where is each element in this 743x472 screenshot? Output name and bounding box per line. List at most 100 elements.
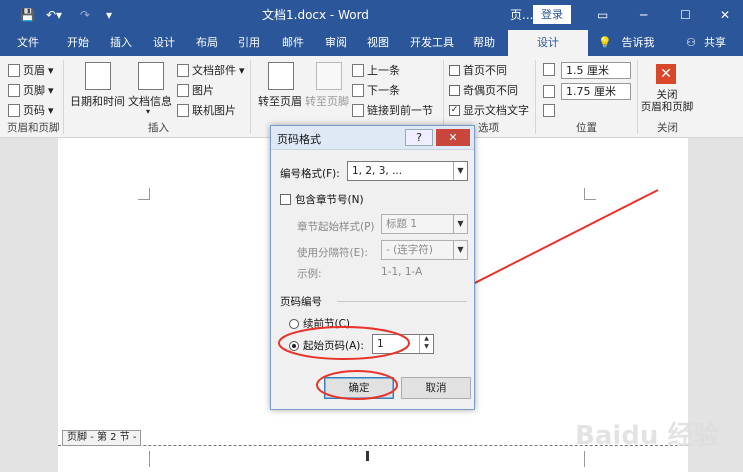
previous-icon — [352, 63, 364, 77]
online-picture-button[interactable]: 联机图片 — [177, 102, 236, 118]
goto-footer-button[interactable]: 转至页脚 — [305, 93, 349, 109]
dropdown-arrow-icon: ▼ — [453, 215, 467, 233]
example-label: 示例: — [297, 268, 322, 280]
checkmark-icon: ✓ — [449, 104, 460, 116]
footer-section-tag: 页脚 - 第 2 节 - — [62, 430, 142, 446]
footer-button[interactable]: 页脚 ▾ — [8, 82, 54, 98]
cancel-button[interactable]: 取消 — [401, 377, 471, 399]
checkbox-icon — [449, 64, 460, 76]
online-picture-icon — [177, 103, 189, 117]
tab-insert[interactable]: 插入 — [101, 30, 141, 56]
maximize-icon[interactable]: ☐ — [680, 0, 691, 30]
page-number-button[interactable]: 页码 ▾ — [8, 102, 54, 118]
tab-review[interactable]: 审阅 — [316, 30, 356, 56]
page-number-format-dialog: 页码格式 ? ✕ 编号格式(F): 1, 2, 3, ... ▼ 包含章节号(N)… — [270, 125, 475, 410]
chapter-style-label: 章节起始样式(P) — [297, 221, 375, 233]
header-position-icon — [543, 63, 555, 76]
goto-header-button[interactable]: 转至页眉 — [258, 93, 302, 109]
number-format-label: 编号格式(F): — [280, 168, 340, 180]
picture-icon — [177, 83, 189, 97]
customize-qat-icon[interactable]: ▾ — [106, 0, 112, 30]
margin-mark — [584, 451, 596, 467]
margin-mark — [584, 188, 596, 200]
ok-button[interactable]: 确定 — [324, 377, 394, 399]
tab-design[interactable]: 设计 — [144, 30, 184, 56]
group-label-header-footer: 页眉和页脚 — [7, 122, 60, 134]
odd-even-diff-checkbox[interactable]: 奇偶页不同 — [449, 82, 518, 98]
tab-references[interactable]: 引用 — [229, 30, 269, 56]
radio-selected-icon — [289, 340, 299, 351]
radio-icon — [289, 318, 299, 329]
chapter-style-select[interactable]: 标题 1 ▼ — [381, 214, 468, 234]
text-cursor — [366, 451, 369, 461]
ribbon-display-icon[interactable]: ▭ — [597, 0, 608, 30]
tab-file[interactable]: 文件 — [8, 30, 48, 56]
lightbulb-icon: 💡 — [598, 36, 612, 49]
group-label-insert: 插入 — [148, 122, 169, 134]
separator-select[interactable]: - (连字符) ▼ — [381, 240, 468, 260]
tab-home[interactable]: 开始 — [58, 30, 98, 56]
close-header-footer-button[interactable]: 关闭 页眉和页脚 — [640, 89, 694, 113]
dialog-close-icon[interactable]: ✕ — [436, 129, 470, 146]
tab-developer[interactable]: 开发工具 — [404, 30, 460, 56]
doc-parts-button[interactable]: 文档部件 ▾ — [177, 62, 245, 78]
dropdown-arrow-icon: ▼ — [453, 162, 467, 180]
goto-footer-icon — [316, 62, 342, 90]
next-button[interactable]: 下一条 — [352, 82, 400, 98]
watermark: Baidu 经验 — [575, 421, 720, 451]
divider — [535, 60, 536, 134]
user-icon: ⚇ — [686, 36, 696, 49]
redo-icon[interactable]: ↷ — [80, 0, 90, 30]
divider — [250, 60, 251, 134]
ribbon-tabs: 文件 开始 插入 设计 布局 引用 邮件 审阅 视图 开发工具 帮助 设计 💡 … — [0, 30, 743, 56]
separator-label: 使用分隔符(E): — [297, 247, 368, 259]
dialog-title-bar: 页码格式 ? ✕ — [271, 126, 474, 150]
document-title: 文档1.docx - Word — [262, 8, 369, 22]
login-button[interactable]: 登录 — [533, 5, 571, 24]
header-button[interactable]: 页眉 ▾ — [8, 62, 54, 78]
help-icon[interactable]: ? — [405, 129, 433, 146]
spinner-arrows-icon[interactable]: ▲ ▼ — [419, 335, 433, 353]
dropdown-arrow-icon: ▼ — [453, 241, 467, 259]
next-icon — [352, 83, 364, 97]
close-icon[interactable]: ✕ — [720, 0, 730, 30]
number-format-select[interactable]: 1, 2, 3, ... ▼ — [347, 161, 468, 181]
divider — [443, 60, 444, 134]
margin-mark — [138, 188, 150, 200]
share-button[interactable]: 共享 — [700, 30, 730, 56]
margin-mark — [138, 451, 150, 467]
continue-previous-radio[interactable]: 续前节(C) — [289, 316, 350, 331]
page-number-icon — [8, 103, 20, 117]
picture-button[interactable]: 图片 — [177, 82, 214, 98]
show-doc-text-checkbox[interactable]: ✓ 显示文档文字 — [449, 102, 529, 118]
doc-parts-icon — [177, 63, 189, 77]
header-top-spinner[interactable]: 1.5 厘米 — [561, 62, 631, 79]
link-previous-button[interactable]: 链接到前一节 — [352, 102, 433, 118]
goto-header-icon — [268, 62, 294, 90]
insert-alignment-tab-icon[interactable] — [543, 104, 555, 117]
tab-view[interactable]: 视图 — [358, 30, 398, 56]
tell-me-search[interactable]: 告诉我 — [618, 30, 658, 56]
checkbox-icon — [449, 84, 460, 96]
undo-icon[interactable]: ↶▾ — [46, 0, 62, 30]
document-info-icon — [138, 62, 164, 90]
divider — [637, 60, 638, 134]
minimize-icon[interactable]: ─ — [640, 0, 647, 30]
divider — [63, 60, 64, 134]
include-chapter-checkbox[interactable]: 包含章节号(N) — [280, 192, 364, 207]
tab-layout[interactable]: 布局 — [187, 30, 227, 56]
close-x-icon[interactable]: ✕ — [656, 64, 676, 84]
tab-mailings[interactable]: 邮件 — [273, 30, 313, 56]
date-time-button[interactable]: 日期和时间 — [70, 93, 125, 109]
first-page-diff-checkbox[interactable]: 首页不同 — [449, 62, 507, 78]
chevron-down-icon: ▾ — [146, 107, 151, 116]
section-divider — [337, 301, 467, 302]
tab-help[interactable]: 帮助 — [464, 30, 504, 56]
save-icon[interactable]: 💾 — [20, 0, 35, 30]
start-at-radio[interactable]: 起始页码(A): — [289, 338, 364, 353]
tab-hf-design[interactable]: 设计 — [508, 30, 588, 56]
start-at-input[interactable]: 1 ▲ ▼ — [372, 334, 434, 354]
group-label-position: 位置 — [576, 122, 597, 134]
previous-button[interactable]: 上一条 — [352, 62, 400, 78]
footer-bottom-spinner[interactable]: 1.75 厘米 — [561, 83, 631, 100]
